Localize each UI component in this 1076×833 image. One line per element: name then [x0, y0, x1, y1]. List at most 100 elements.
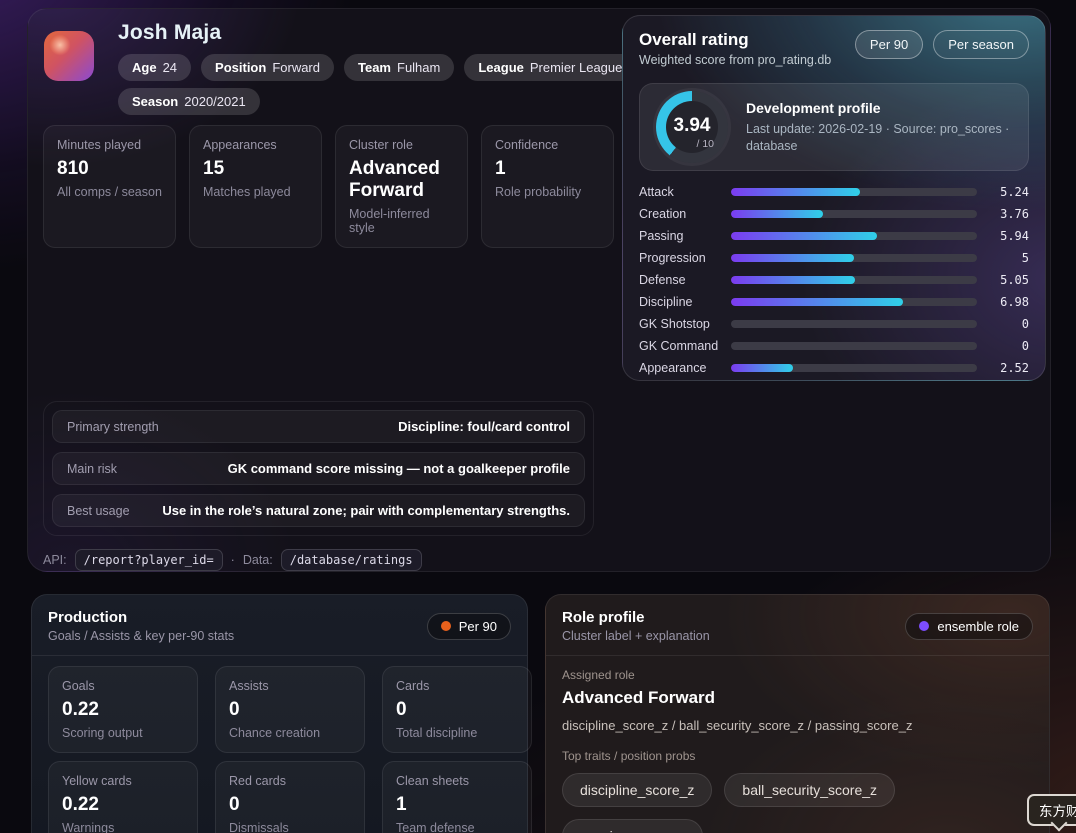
role-profile-title: Role profile [562, 609, 710, 626]
card-value: 0 [396, 699, 518, 721]
rating-bar-track [731, 320, 977, 328]
badge-label: League [478, 60, 524, 75]
card-label: Cards [396, 679, 518, 693]
insight-label: Best usage [67, 504, 130, 518]
card-sub: All comps / season [57, 185, 162, 199]
rating-bar-fill [731, 188, 860, 196]
production-subtitle: Goals / Assists & key per-90 stats [48, 629, 234, 643]
card-value: 15 [203, 158, 308, 180]
badge-value: 24 [163, 60, 177, 75]
api-endpoint-chip: /report?player_id= [75, 549, 223, 571]
assigned-role-label: Assigned role [562, 668, 1033, 682]
card-label: Goals [62, 679, 184, 693]
overlay-tooltip: 东方财 [1027, 794, 1076, 826]
badge-value: Forward [272, 60, 320, 75]
player-badge: Age24 [118, 54, 191, 81]
player-header: Josh Maja Age24PositionForwardTeamFulham… [44, 21, 636, 115]
card-label: Assists [229, 679, 351, 693]
card-value: 1 [495, 158, 600, 180]
rating-value: 3.76 [977, 207, 1029, 221]
insight-row: Best usage Use in the role’s natural zone… [52, 494, 585, 527]
player-report-card: Josh Maja Age24PositionForwardTeamFulham… [27, 8, 1051, 572]
rating-value: 2.52 [977, 361, 1029, 375]
card-sub: Matches played [203, 185, 308, 199]
trait-chip: passing_score_z [562, 819, 703, 833]
rating-bar-fill [731, 210, 823, 218]
trait-chips: discipline_score_zball_security_score_zp… [562, 773, 1033, 833]
card-value: 0 [229, 699, 351, 721]
api-separator: · [231, 553, 235, 567]
rating-row: Progression 5 [639, 251, 1029, 265]
player-avatar [44, 31, 94, 81]
rating-value: 0 [977, 317, 1029, 331]
badge-label: Season [132, 94, 178, 109]
card-value: 0.22 [62, 699, 184, 721]
per-90-dot-icon [441, 621, 451, 631]
card-label: Yellow cards [62, 774, 184, 788]
development-profile-box: 3.94 / 10 Development profile Last updat… [639, 83, 1029, 171]
card-label: Appearances [203, 138, 308, 152]
role-profile-subtitle: Cluster label + explanation [562, 629, 710, 643]
insight-label: Main risk [67, 462, 117, 476]
card-label: Confidence [495, 138, 600, 152]
insight-row: Main risk GK command score missing — not … [52, 452, 585, 485]
rating-value: 6.98 [977, 295, 1029, 309]
rating-row: Defense5.05 [639, 273, 1029, 287]
role-formula: discipline_score_z / ball_security_score… [562, 718, 1033, 733]
rating-label: Creation [639, 207, 731, 221]
development-profile-title: Development profile [746, 100, 1012, 116]
production-card: Cards 0 Total discipline [382, 666, 532, 753]
card-label: Cluster role [349, 138, 454, 152]
rating-bar-track [731, 364, 977, 372]
rating-bars: Attack5.24Creation3.76Passing5.94Progres… [639, 185, 1029, 375]
per-season-button[interactable]: Per season [933, 30, 1029, 59]
per-90-button[interactable]: Per 90 [855, 30, 923, 59]
rating-bar-track [731, 276, 977, 284]
rating-label: Progression [639, 251, 731, 265]
rating-denominator: / 10 [696, 138, 714, 150]
player-name: Josh Maja [118, 21, 636, 45]
rating-bar-track [731, 342, 977, 350]
rating-bar-fill [731, 364, 793, 372]
role-profile-panel: Role profile Cluster label + explanation… [545, 594, 1050, 833]
card-value: 0.22 [62, 794, 184, 816]
card-sub: Chance creation [229, 726, 351, 740]
production-cards: Goals 0.22 Scoring output Assists 0 Chance cr… [32, 656, 527, 833]
rating-label: Appearance [639, 361, 731, 375]
rating-value: 0 [977, 339, 1029, 353]
production-card: Yellow cards 0.22 Warnings [48, 761, 198, 833]
rating-bar-track [731, 254, 977, 262]
overall-rating-panel: Overall rating Weighted score from pro_r… [622, 15, 1046, 381]
card-sub: Total discipline [396, 726, 518, 740]
player-badges: Age24PositionForwardTeamFulhamLeaguePrem… [118, 54, 636, 115]
api-label: API: [43, 553, 67, 567]
card-label: Red cards [229, 774, 351, 788]
overall-rating-title: Overall rating [639, 30, 831, 50]
card-sub: Scoring output [62, 726, 184, 740]
card-value: Advanced Forward [349, 158, 454, 202]
production-title: Production [48, 609, 234, 626]
badge-value: Fulham [397, 60, 440, 75]
card-sub: Warnings [62, 821, 184, 833]
development-profile-meta: Last update: 2026-02-19 · Source: pro_sc… [746, 121, 1012, 155]
badge-value: Premier League [530, 60, 623, 75]
rating-label: GK Shotstop [639, 317, 731, 331]
rating-value: 5.24 [977, 185, 1029, 199]
rating-value: 5.94 [977, 229, 1029, 243]
card-label: Minutes played [57, 138, 162, 152]
per-90-pill-label: Per 90 [459, 619, 497, 634]
card-value: 0 [229, 794, 351, 816]
rating-toggle-group: Per 90 Per season [855, 30, 1029, 59]
ensemble-role-dot-icon [919, 621, 929, 631]
rating-value: 5 [977, 251, 1029, 265]
rating-bar-fill [731, 298, 903, 306]
production-card: Clean sheets1Team defense [382, 761, 532, 833]
rating-label: Discipline [639, 295, 731, 309]
rating-bar-track [731, 298, 977, 306]
production-per-90-pill[interactable]: Per 90 [427, 613, 511, 640]
production-card: Assists 0 Chance creation [215, 666, 365, 753]
insight-value: Use in the role’s natural zone; pair wit… [162, 503, 570, 518]
rating-donut-chart: 3.94 / 10 [656, 91, 728, 163]
summary-card: Confidence1Role probability [481, 125, 614, 248]
insight-value: GK command score missing — not a goalkee… [228, 461, 570, 476]
